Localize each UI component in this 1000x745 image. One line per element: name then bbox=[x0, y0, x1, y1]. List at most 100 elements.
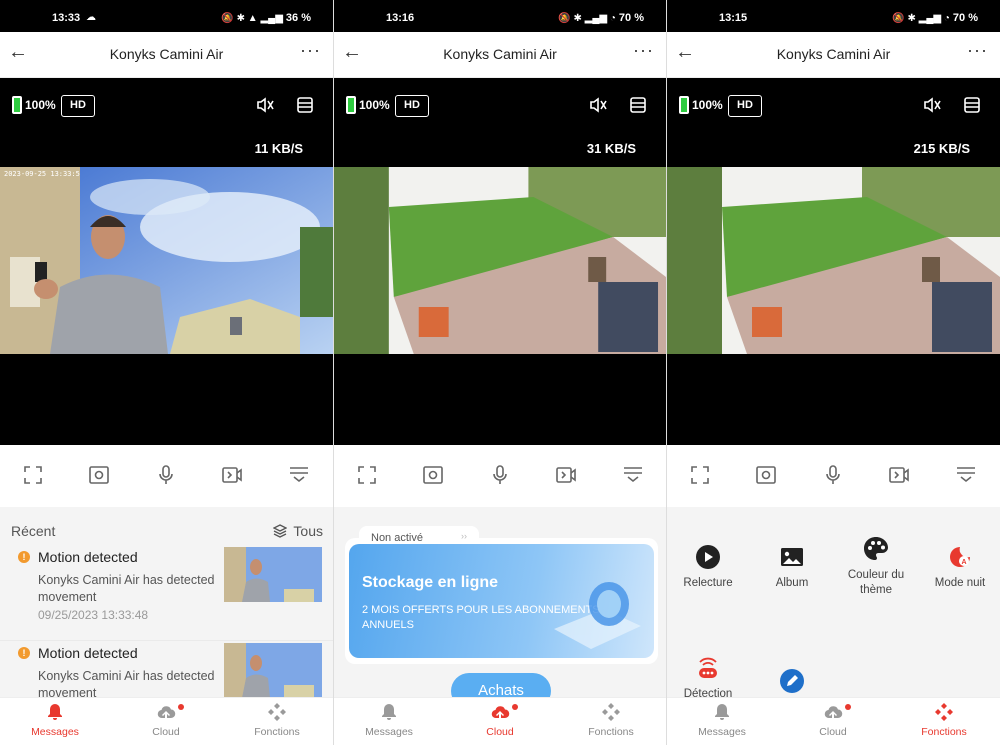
nav-messages[interactable]: Messages bbox=[344, 702, 434, 738]
camera-battery: 100% bbox=[12, 96, 56, 114]
page-title: Konyks Camini Air bbox=[443, 46, 557, 62]
cloud-notification-dot bbox=[512, 704, 518, 710]
video-panel[interactable]: 100% HD 11 KB/S 2023-09-25 13:33:5 bbox=[0, 78, 333, 445]
nav-functions[interactable]: Fonctions bbox=[566, 702, 656, 738]
hd-toggle-button[interactable]: HD bbox=[728, 95, 762, 117]
image-icon bbox=[781, 548, 803, 566]
function-night-mode[interactable]: A Mode nuit bbox=[920, 544, 1000, 591]
mute-icon[interactable] bbox=[255, 95, 275, 115]
status-battery: 70 % bbox=[618, 12, 644, 24]
function-detection[interactable]: Détection bbox=[668, 655, 748, 702]
collapse-controls-icon[interactable] bbox=[622, 464, 644, 486]
svg-text:A: A bbox=[961, 559, 966, 566]
cloud-promo-card[interactable]: Stockage en ligne 2 MOIS OFFERTS POUR LE… bbox=[349, 544, 654, 658]
video-panel[interactable]: 100% HD 31 KB/S bbox=[334, 78, 666, 445]
nav-cloud[interactable]: Cloud bbox=[788, 702, 878, 738]
function-playback[interactable]: Relecture bbox=[668, 544, 748, 591]
list-item[interactable]: ! Motion detected Konyks Camini Air has … bbox=[0, 545, 333, 635]
microphone-icon[interactable] bbox=[155, 464, 177, 486]
status-battery: 70 % bbox=[952, 12, 978, 24]
panel-menu-icon[interactable] bbox=[295, 95, 315, 115]
message-time: 09/25/2023 13:33:48 bbox=[38, 608, 149, 622]
play-circle-icon bbox=[696, 545, 720, 569]
collapse-controls-icon[interactable] bbox=[288, 464, 310, 486]
hd-toggle-button[interactable]: HD bbox=[395, 95, 429, 117]
nav-messages-label: Messages bbox=[698, 726, 746, 738]
detection-icon bbox=[699, 657, 717, 678]
status-glyphs: 🔕 ✱ ▂▄▆ ◔ bbox=[558, 12, 616, 24]
function-theme-color[interactable]: Couleur du thème bbox=[836, 536, 916, 598]
message-thumbnail[interactable] bbox=[224, 547, 322, 602]
bell-icon bbox=[382, 704, 396, 720]
cloud-illustration-icon bbox=[554, 582, 641, 649]
fullscreen-icon[interactable] bbox=[356, 464, 378, 486]
status-icons: 🔕 ✱ ▂▄▆ ◔ 70 % bbox=[892, 12, 978, 24]
status-time: 13:15 bbox=[719, 12, 748, 24]
fullscreen-icon[interactable] bbox=[22, 464, 44, 486]
video-controls bbox=[667, 445, 1000, 507]
nav-cloud-label: Cloud bbox=[486, 726, 514, 738]
battery-icon bbox=[12, 96, 22, 114]
filter-all-button[interactable]: Tous bbox=[273, 523, 323, 539]
bitrate-readout: 31 KB/S bbox=[586, 141, 636, 156]
bottom-nav: Messages Cloud Fonctions bbox=[0, 697, 333, 745]
status-bar: 13:15 🔕 ✱ ▂▄▆ ◔ 70 % bbox=[667, 0, 1000, 32]
warning-icon: ! bbox=[18, 647, 30, 659]
mute-icon[interactable] bbox=[588, 95, 608, 115]
cloud-notification-dot bbox=[178, 704, 184, 710]
microphone-icon[interactable] bbox=[489, 464, 511, 486]
nav-functions[interactable]: Fonctions bbox=[232, 702, 322, 738]
screen-cloud: 13:16 🔕 ✱ ▂▄▆ ◔ 70 % ← Konyks Camini Air… bbox=[333, 0, 666, 745]
bitrate-readout: 11 KB/S bbox=[254, 141, 303, 156]
nav-messages-label: Messages bbox=[31, 726, 79, 738]
status-icons: 🔕 ✱ ▂▄▆ ◔ 70 % bbox=[558, 12, 644, 24]
cloud-status-label: Non activé bbox=[371, 532, 423, 544]
functions-icon bbox=[935, 703, 953, 721]
status-icons: 🔕 ✱ ▲ ▂▄▆ 36 % bbox=[221, 12, 311, 24]
more-options-icon[interactable]: ··· bbox=[967, 40, 988, 61]
microphone-icon[interactable] bbox=[822, 464, 844, 486]
more-options-icon[interactable]: ··· bbox=[300, 40, 321, 61]
video-timestamp: 2023-09-25 13:33:5 bbox=[4, 170, 80, 178]
record-video-icon[interactable] bbox=[221, 464, 243, 486]
fullscreen-icon[interactable] bbox=[689, 464, 711, 486]
status-battery: 36 % bbox=[285, 12, 311, 24]
function-album[interactable]: Album bbox=[752, 544, 832, 591]
status-glyphs: 🔕 ✱ ▲ ▂▄▆ bbox=[221, 12, 283, 24]
snapshot-icon[interactable] bbox=[88, 464, 110, 486]
record-video-icon[interactable] bbox=[555, 464, 577, 486]
function-edit[interactable] bbox=[752, 668, 832, 700]
camera-battery: 100% bbox=[679, 96, 723, 114]
hd-toggle-button[interactable]: HD bbox=[61, 95, 95, 117]
message-thumbnail[interactable] bbox=[224, 643, 322, 698]
nav-messages-label: Messages bbox=[365, 726, 413, 738]
nav-cloud[interactable]: Cloud bbox=[455, 702, 545, 738]
camera-feed-garden bbox=[667, 167, 1000, 354]
filter-all-label: Tous bbox=[293, 523, 323, 539]
nav-cloud[interactable]: Cloud bbox=[121, 702, 211, 738]
nav-messages[interactable]: Messages bbox=[677, 702, 767, 738]
app-bar: ← Konyks Camini Air ··· bbox=[667, 32, 1000, 78]
palette-icon bbox=[864, 537, 888, 560]
record-video-icon[interactable] bbox=[888, 464, 910, 486]
panel-menu-icon[interactable] bbox=[962, 95, 982, 115]
camera-battery-level: 100% bbox=[25, 98, 56, 112]
nav-messages[interactable]: Messages bbox=[10, 702, 100, 738]
bell-icon bbox=[48, 704, 62, 720]
panel-menu-icon[interactable] bbox=[628, 95, 648, 115]
camera-battery: 100% bbox=[346, 96, 390, 114]
warning-icon: ! bbox=[18, 551, 30, 563]
mute-icon[interactable] bbox=[922, 95, 942, 115]
video-panel[interactable]: 100% HD 215 KB/S bbox=[667, 78, 1000, 445]
screen-functions: 13:15 🔕 ✱ ▂▄▆ ◔ 70 % ← Konyks Camini Air… bbox=[666, 0, 1000, 745]
more-options-icon[interactable]: ··· bbox=[633, 40, 654, 61]
nav-functions[interactable]: Fonctions bbox=[899, 702, 989, 738]
snapshot-icon[interactable] bbox=[755, 464, 777, 486]
snapshot-icon[interactable] bbox=[422, 464, 444, 486]
video-controls bbox=[334, 445, 666, 507]
battery-icon bbox=[346, 96, 356, 114]
message-title: Motion detected bbox=[38, 549, 138, 565]
cloud-status-icon: ☁ bbox=[86, 12, 96, 23]
collapse-controls-icon[interactable] bbox=[955, 464, 977, 486]
message-body: Konyks Camini Air has detected movement bbox=[38, 573, 215, 604]
